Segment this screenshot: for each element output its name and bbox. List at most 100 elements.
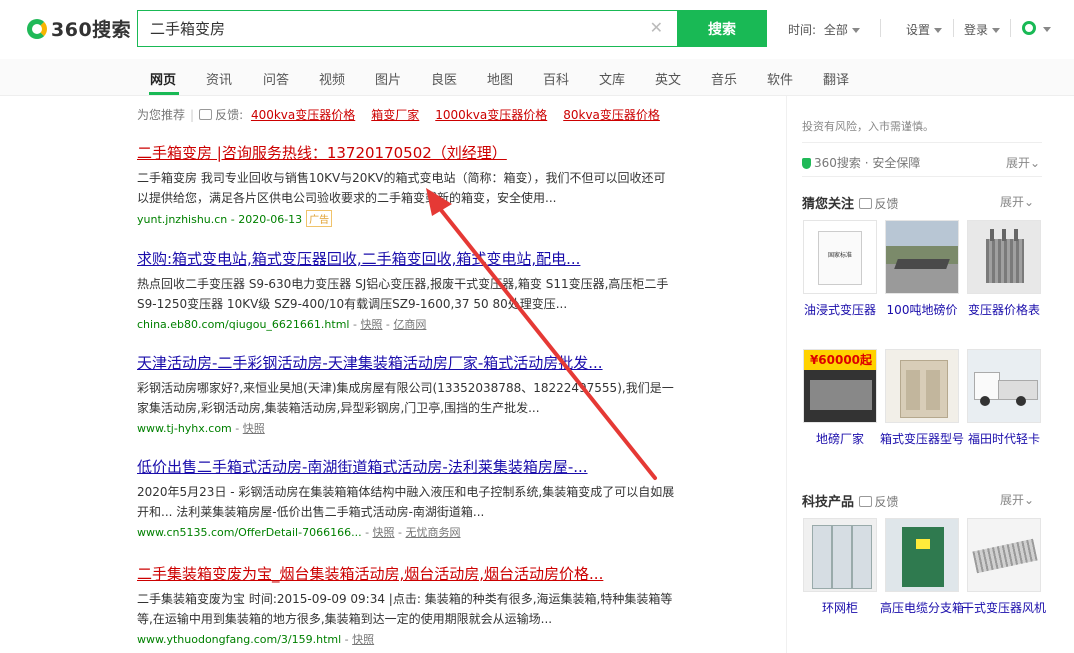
- suggestion-link[interactable]: 箱变厂家: [371, 108, 419, 122]
- time-filter[interactable]: 时间: 全部: [788, 21, 860, 38]
- tab-music[interactable]: 音乐: [711, 69, 737, 88]
- feedback-icon: [858, 198, 872, 209]
- user-avatar-icon[interactable]: [1022, 21, 1036, 35]
- thumb-caption[interactable]: 箱式变压器型号: [879, 431, 965, 447]
- feedback-link[interactable]: 反馈: [858, 197, 899, 211]
- thumb-caption[interactable]: 干式变压器风机: [961, 600, 1047, 616]
- chevron-down-icon: [934, 28, 943, 33]
- result-desc: 热点回收二手变压器 S9-630电力变压器 SJ铝心变压器,报废干式变压器,箱变…: [137, 277, 669, 311]
- thumb-fan[interactable]: [967, 518, 1041, 592]
- feedback-icon: [858, 496, 872, 507]
- thumb-caption[interactable]: 福田时代轻卡: [961, 431, 1047, 447]
- thumb-box-transformer[interactable]: [885, 349, 959, 423]
- result-url[interactable]: china.eb80.com/qiugou_6621661.html: [137, 318, 349, 331]
- thumb-truck[interactable]: [967, 349, 1041, 423]
- suggestion-link[interactable]: 1000kva变压器价格: [435, 108, 547, 122]
- expand-button[interactable]: 展开⌄: [1000, 491, 1034, 508]
- expand-label: 展开: [1000, 195, 1025, 209]
- right-sidebar: 投资有风险，入市需谨慎。 360搜索 · 安全保障 展开⌄ 猜您关注 反馈 展开…: [786, 96, 1057, 653]
- tab-wenku[interactable]: 文库: [599, 69, 625, 88]
- section-title-text: 科技产品: [802, 495, 855, 510]
- suggestion-link[interactable]: 400kva变压器价格: [251, 108, 355, 122]
- thumb-caption[interactable]: 油浸式变压器: [797, 302, 883, 318]
- search-result: 二手集装箱变废为宝_烟台集装箱活动房,烟台活动房,烟台活动房价格... 二手集装…: [137, 563, 677, 647]
- thumb-caption[interactable]: 高压电缆分支箱: [879, 600, 965, 616]
- result-url[interactable]: yunt.jnzhishu.cn - 2020-06-13: [137, 213, 302, 226]
- thumb-cable-box[interactable]: [885, 518, 959, 592]
- active-tab-indicator: [149, 92, 179, 95]
- tab-english[interactable]: 英文: [655, 69, 681, 88]
- safety-guarantee[interactable]: 360搜索 · 安全保障: [802, 154, 920, 171]
- thumb-doc-title: 国家标准: [827, 252, 852, 259]
- tab-images[interactable]: 图片: [375, 69, 401, 88]
- result-desc: 2020年5月23日 - 彩钢活动房在集装箱箱体结构中融入液压和电子控制系统,集…: [137, 485, 675, 519]
- feedback-link[interactable]: 反馈: [858, 495, 899, 509]
- expand-button[interactable]: 展开⌄: [1006, 154, 1040, 171]
- thumb-caption[interactable]: 100吨地磅价: [879, 302, 965, 318]
- settings-menu[interactable]: 设置: [906, 21, 943, 38]
- safety-label: 360搜索 · 安全保障: [814, 156, 921, 170]
- tab-translate[interactable]: 翻译: [823, 69, 849, 88]
- result-title[interactable]: 天津活动房-二手彩钢活动房-天津集装箱活动房厂家-箱式活动房批发...: [137, 352, 677, 373]
- thumb-scale-ad[interactable]: ¥60000起: [803, 349, 877, 423]
- tab-software[interactable]: 软件: [767, 69, 793, 88]
- result-title[interactable]: 二手箱变房 |咨询服务热线：13720170502（刘经理）: [137, 142, 677, 163]
- tab-qa[interactable]: 问答: [263, 69, 289, 88]
- thumb-transformer[interactable]: [967, 220, 1041, 294]
- document-icon: 国家标准: [818, 231, 862, 285]
- result-url[interactable]: www.tj-hyhx.com: [137, 422, 232, 435]
- snapshot-link[interactable]: 快照: [352, 633, 374, 646]
- search-box[interactable]: ✕: [137, 10, 677, 47]
- result-source[interactable]: 亿商网: [393, 318, 426, 331]
- thumb-caption[interactable]: 环网柜: [797, 600, 883, 616]
- logo[interactable]: 360搜索: [27, 15, 131, 42]
- result-url[interactable]: www.ythuodongfang.com/3/159.html: [137, 633, 341, 646]
- thumb-scale[interactable]: [885, 220, 959, 294]
- price-suffix: 起: [860, 353, 873, 367]
- login-menu[interactable]: 登录: [964, 21, 1001, 38]
- tab-news[interactable]: 资讯: [206, 69, 232, 88]
- search-result: 求购:箱式变电站,箱式变压器回收,二手箱变回收,箱式变电站,配电... 热点回收…: [137, 248, 677, 332]
- expand-label: 展开: [1006, 156, 1031, 170]
- tab-doctor[interactable]: 良医: [431, 69, 457, 88]
- price-tag: ¥60000起: [804, 350, 876, 370]
- snapshot-link[interactable]: 快照: [373, 526, 395, 539]
- tab-map[interactable]: 地图: [487, 69, 513, 88]
- expand-button[interactable]: 展开⌄: [1000, 193, 1034, 210]
- result-title[interactable]: 二手集装箱变废为宝_烟台集装箱活动房,烟台活动房,烟台活动房价格...: [137, 563, 677, 584]
- thumb-ring-main-unit[interactable]: [803, 518, 877, 592]
- chevron-down-icon: [992, 28, 1001, 33]
- feedback-link[interactable]: 反馈: [215, 108, 239, 122]
- logo-icon: [27, 18, 47, 39]
- chevron-down-icon: [851, 28, 860, 33]
- tab-baike[interactable]: 百科: [543, 69, 569, 88]
- feedback-icon: [199, 109, 213, 120]
- result-url[interactable]: www.cn5135.com/OfferDetail-7066166...: [137, 526, 362, 539]
- clear-icon[interactable]: ✕: [650, 18, 663, 37]
- result-source[interactable]: 无忧商务网: [406, 526, 461, 539]
- search-input[interactable]: [138, 11, 662, 46]
- chevron-down-icon[interactable]: [1043, 27, 1051, 32]
- search-button[interactable]: 搜索: [677, 10, 767, 47]
- login-label: 登录: [964, 23, 989, 37]
- thumb-caption[interactable]: 地磅厂家: [797, 431, 883, 447]
- snapshot-link[interactable]: 快照: [243, 422, 265, 435]
- section-title-guess: 猜您关注 反馈: [802, 193, 899, 212]
- result-desc: 二手集装箱变废为宝 时间:2015-09-09 09:34 |点击: 集装箱的种…: [137, 592, 673, 626]
- result-title[interactable]: 求购:箱式变电站,箱式变压器回收,二手箱变回收,箱式变电站,配电...: [137, 248, 677, 269]
- logo-text: 360搜索: [51, 19, 132, 41]
- thumb-standard-doc[interactable]: 国家标准: [803, 220, 877, 294]
- snapshot-link[interactable]: 快照: [360, 318, 382, 331]
- tab-video[interactable]: 视频: [319, 69, 345, 88]
- section-title-text: 猜您关注: [802, 197, 855, 212]
- shield-icon: [802, 158, 811, 169]
- result-title[interactable]: 低价出售二手箱式活动房-南湖街道箱式活动房-法利莱集装箱房屋-...: [137, 456, 677, 477]
- risk-notice: 投资有风险，入市需谨慎。: [802, 120, 934, 133]
- suggestion-link[interactable]: 80kva变压器价格: [563, 108, 660, 122]
- thumb-caption[interactable]: 变压器价格表: [961, 302, 1047, 318]
- time-label: 时间:: [788, 23, 817, 37]
- tab-web[interactable]: 网页: [150, 69, 176, 88]
- ad-badge: 广告: [306, 210, 333, 227]
- result-desc: 二手箱变房 我司专业回收与销售10KV与20KV的箱式变电站（简称：箱变），我们…: [137, 171, 666, 205]
- price-text: ¥60000: [809, 353, 861, 367]
